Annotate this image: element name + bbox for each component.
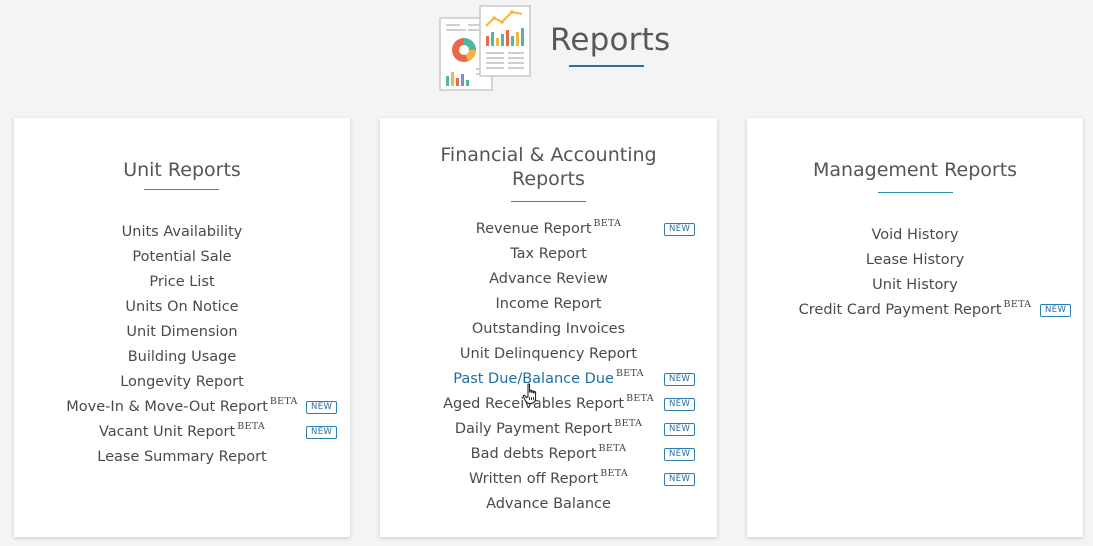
- beta-tag: BETA: [593, 218, 622, 229]
- card-title-unit-reports: Unit Reports: [123, 159, 241, 181]
- beta-tag: BETA: [614, 418, 643, 429]
- report-link-daily-payment-report[interactable]: Daily Payment Report BETA NEW: [380, 417, 717, 442]
- report-label: Income Report: [495, 296, 602, 312]
- report-label: Credit Card Payment Report: [798, 302, 1002, 318]
- report-link-revenue-report[interactable]: Revenue Report BETA NEW: [380, 217, 717, 242]
- report-link-past-due-balance-due[interactable]: Past Due/Balance Due BETA NEW: [380, 367, 717, 392]
- report-link-longevity-report[interactable]: Longevity Report: [14, 370, 350, 395]
- report-label: Potential Sale: [132, 249, 232, 265]
- beta-tag: BETA: [237, 421, 265, 432]
- title-underline: [569, 65, 644, 67]
- report-link-price-list[interactable]: Price List: [14, 270, 350, 295]
- new-badge: NEW: [664, 473, 696, 486]
- report-link-outstanding-invoices[interactable]: Outstanding Invoices: [380, 317, 717, 342]
- report-label: Building Usage: [127, 349, 237, 365]
- new-badge: NEW: [664, 448, 696, 461]
- card-title-line-1: Financial & Accounting: [440, 144, 657, 166]
- report-label: Advance Balance: [486, 496, 611, 512]
- report-label: Units On Notice: [125, 299, 239, 315]
- report-link-unit-dimension[interactable]: Unit Dimension: [14, 320, 350, 345]
- report-label: Unit History: [872, 277, 958, 293]
- card-title-underline: [511, 201, 586, 202]
- new-badge: NEW: [664, 423, 696, 436]
- new-badge: NEW: [1040, 304, 1072, 317]
- report-link-aged-receivables-report[interactable]: Aged Receivables Report BETA NEW: [380, 392, 717, 417]
- beta-tag: BETA: [1003, 299, 1032, 310]
- page-header: Reports: [0, 0, 1093, 110]
- page-title: Reports: [550, 22, 671, 58]
- card-title-underline: [144, 189, 219, 190]
- report-label: Outstanding Invoices: [471, 321, 626, 337]
- beta-tag: BETA: [598, 443, 627, 454]
- report-link-building-usage[interactable]: Building Usage: [14, 345, 350, 370]
- report-label: Revenue Report: [475, 221, 592, 237]
- report-link-written-off-report[interactable]: Written off Report BETA NEW: [380, 467, 717, 492]
- report-link-credit-card-payment-report[interactable]: Credit Card Payment Report BETA NEW: [747, 298, 1083, 323]
- report-link-income-report[interactable]: Income Report: [380, 292, 717, 317]
- report-link-tax-report[interactable]: Tax Report: [380, 242, 717, 267]
- beta-tag: BETA: [600, 468, 629, 479]
- report-link-lease-history[interactable]: Lease History: [747, 248, 1083, 273]
- unit-reports-card: Unit Reports Units Availability Potentia…: [14, 118, 350, 537]
- report-label: Price List: [149, 274, 215, 290]
- report-link-potential-sale[interactable]: Potential Sale: [14, 245, 350, 270]
- new-badge: NEW: [664, 398, 696, 411]
- report-link-lease-summary-report[interactable]: Lease Summary Report: [14, 445, 350, 470]
- report-label: Lease Summary Report: [97, 449, 267, 465]
- card-title-management-reports: Management Reports: [812, 159, 1018, 181]
- management-reports-list: Void History Lease History Unit History …: [747, 223, 1083, 323]
- report-link-void-history[interactable]: Void History: [747, 223, 1083, 248]
- report-link-unit-history[interactable]: Unit History: [747, 273, 1083, 298]
- report-label: Daily Payment Report: [454, 421, 613, 437]
- report-link-units-on-notice[interactable]: Units On Notice: [14, 295, 350, 320]
- new-badge: NEW: [306, 401, 338, 414]
- beta-tag: BETA: [269, 396, 298, 407]
- report-label: Lease History: [865, 252, 965, 268]
- new-badge: NEW: [306, 426, 338, 439]
- report-label: Longevity Report: [120, 374, 244, 390]
- reports-illustration-icon: [439, 5, 531, 91]
- financial-reports-list: Revenue Report BETA NEW Tax Report Advance…: [380, 217, 717, 517]
- beta-tag: BETA: [615, 368, 644, 379]
- report-label: Written off Report: [468, 471, 599, 487]
- report-label: Move-In & Move-Out Report: [66, 399, 268, 415]
- report-label: Unit Dimension: [126, 324, 238, 340]
- new-badge: NEW: [664, 223, 696, 236]
- report-link-move-in-move-out-report[interactable]: Move-In & Move-Out Report BETA NEW: [14, 395, 350, 420]
- report-link-vacant-unit-report[interactable]: Vacant Unit Report BETA NEW: [14, 420, 350, 445]
- report-label: Void History: [871, 227, 959, 243]
- hand-pointer-cursor-icon: [522, 383, 537, 404]
- beta-tag: BETA: [626, 393, 654, 404]
- report-link-advance-balance[interactable]: Advance Balance: [380, 492, 717, 517]
- unit-reports-list: Units Availability Potential Sale Price …: [14, 220, 350, 470]
- management-reports-card: Management Reports Void History Lease Hi…: [747, 118, 1083, 537]
- report-label: Unit Delinquency Report: [459, 346, 638, 362]
- report-label: Tax Report: [510, 246, 587, 262]
- report-label: Bad debts Report: [470, 446, 597, 462]
- card-title-underline: [878, 192, 953, 193]
- new-badge: NEW: [664, 373, 696, 386]
- report-link-unit-delinquency-report[interactable]: Unit Delinquency Report: [380, 342, 717, 367]
- report-label: Units Availability: [121, 224, 243, 240]
- card-title-line-2: Reports: [512, 168, 585, 190]
- financial-accounting-reports-card: Financial & Accounting Reports Revenue Re…: [380, 118, 717, 537]
- report-link-bad-debts-report[interactable]: Bad debts Report BETA NEW: [380, 442, 717, 467]
- report-label: Vacant Unit Report: [98, 424, 236, 440]
- card-title-financial-accounting-reports: Financial & Accounting Reports: [380, 143, 717, 191]
- report-label: Advance Review: [489, 271, 608, 287]
- report-link-advance-review[interactable]: Advance Review: [380, 267, 717, 292]
- report-link-units-availability[interactable]: Units Availability: [14, 220, 350, 245]
